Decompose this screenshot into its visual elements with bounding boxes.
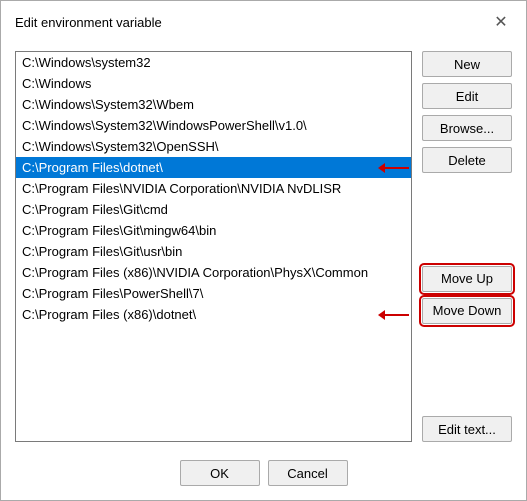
dialog-body: C:\Windows\system32C:\WindowsC:\Windows\… <box>1 41 526 452</box>
list-item[interactable]: C:\Program Files (x86)\dotnet\ <box>16 304 411 325</box>
edit-text-button[interactable]: Edit text... <box>422 416 512 442</box>
dialog-footer: OK Cancel <box>1 452 526 500</box>
list-item[interactable]: C:\Program Files\PowerShell\7\ <box>16 283 411 304</box>
list-item[interactable]: C:\Program Files\Git\usr\bin <box>16 241 411 262</box>
env-var-list[interactable]: C:\Windows\system32C:\WindowsC:\Windows\… <box>15 51 412 442</box>
edit-env-var-dialog: Edit environment variable ✕ C:\Windows\s… <box>0 0 527 501</box>
browse-button[interactable]: Browse... <box>422 115 512 141</box>
close-button[interactable]: ✕ <box>490 11 512 33</box>
list-item[interactable]: C:\Windows\System32\OpenSSH\ <box>16 136 411 157</box>
cancel-button[interactable]: Cancel <box>268 460 348 486</box>
action-buttons: New Edit Browse... Delete Move Up Move D… <box>422 51 512 442</box>
ok-button[interactable]: OK <box>180 460 260 486</box>
dialog-title: Edit environment variable <box>15 15 162 30</box>
delete-button[interactable]: Delete <box>422 147 512 173</box>
list-item[interactable]: C:\Windows\System32\Wbem <box>16 94 411 115</box>
edit-button[interactable]: Edit <box>422 83 512 109</box>
move-up-button[interactable]: Move Up <box>422 266 512 292</box>
move-down-button[interactable]: Move Down <box>422 298 512 324</box>
list-item[interactable]: C:\Program Files\Git\cmd <box>16 199 411 220</box>
list-item[interactable]: C:\Program Files (x86)\NVIDIA Corporatio… <box>16 262 411 283</box>
list-item[interactable]: C:\Windows\system32 <box>16 52 411 73</box>
list-item[interactable]: C:\Windows\System32\WindowsPowerShell\v1… <box>16 115 411 136</box>
list-item[interactable]: C:\Windows <box>16 73 411 94</box>
new-button[interactable]: New <box>422 51 512 77</box>
list-item[interactable]: C:\Program Files\dotnet\ <box>16 157 411 178</box>
list-item[interactable]: C:\Program Files\NVIDIA Corporation\NVID… <box>16 178 411 199</box>
list-item[interactable]: C:\Program Files\Git\mingw64\bin <box>16 220 411 241</box>
title-bar: Edit environment variable ✕ <box>1 1 526 41</box>
